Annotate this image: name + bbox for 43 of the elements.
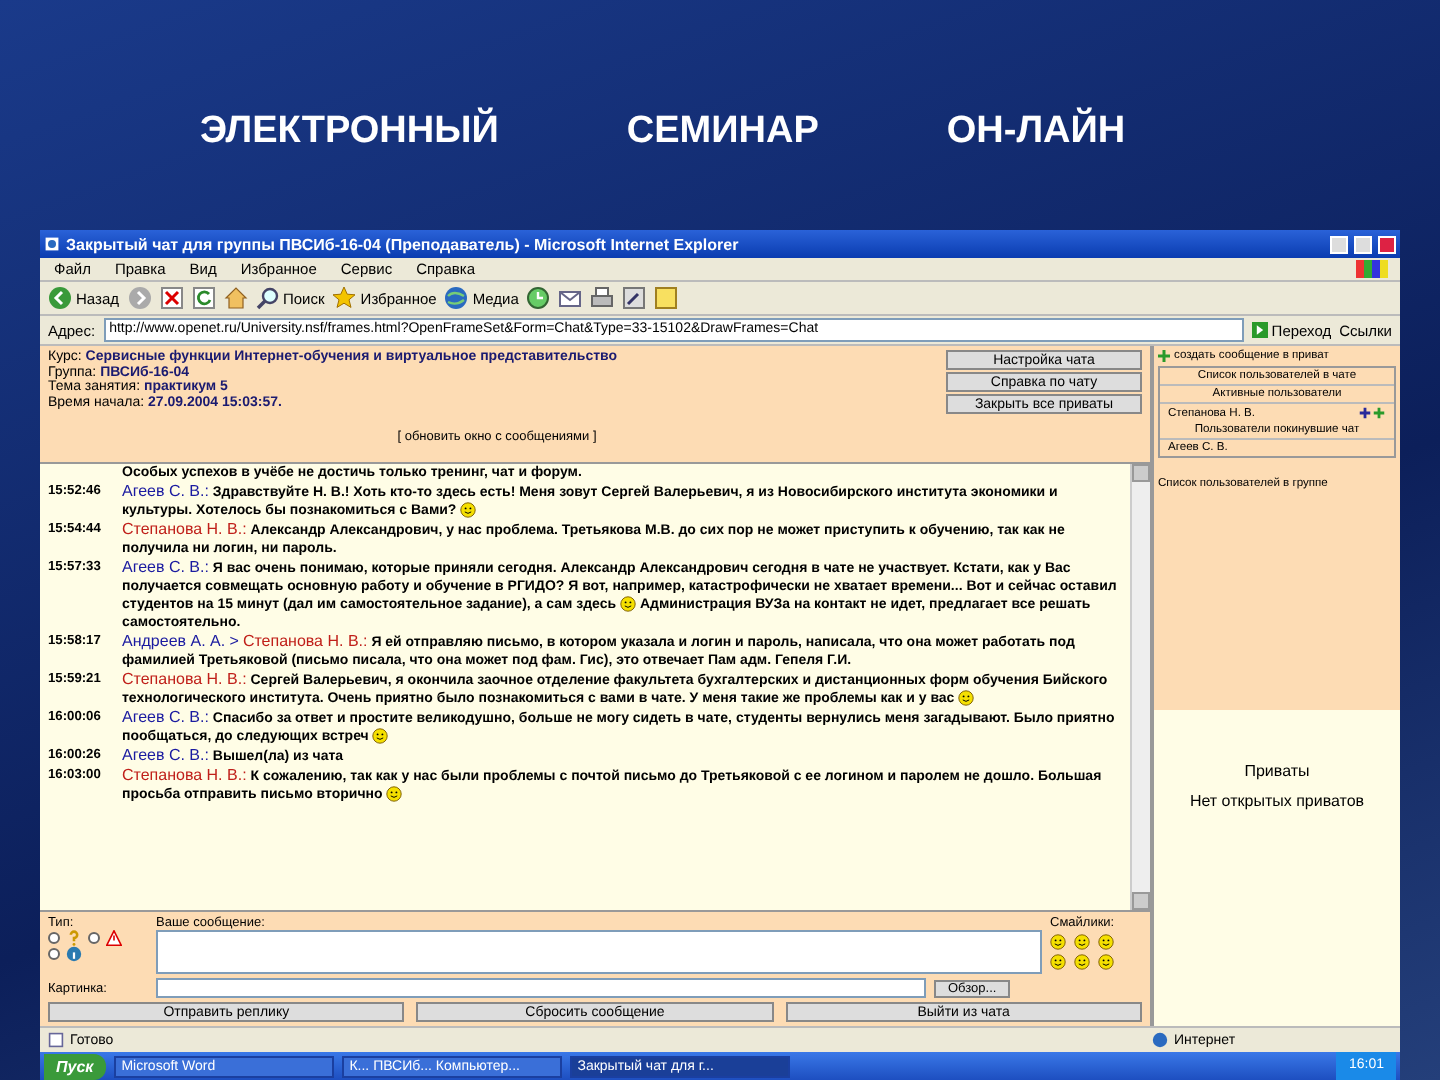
back-icon[interactable] <box>48 286 72 310</box>
scrollbar[interactable] <box>1130 464 1150 910</box>
slide-title: ОН-ЛАЙН <box>946 110 1126 156</box>
search-icon[interactable] <box>255 286 279 310</box>
star-icon[interactable] <box>332 286 357 310</box>
info-icon <box>66 946 82 962</box>
history-icon[interactable] <box>526 286 551 310</box>
message-field[interactable] <box>156 930 1042 974</box>
globe-icon[interactable] <box>444 286 469 310</box>
picture-field[interactable] <box>156 978 926 998</box>
go-arrow-icon <box>1251 322 1268 338</box>
smiley-icon <box>1050 954 1066 970</box>
smiley-icon <box>1098 954 1114 970</box>
privates-empty-text: Нет открытых приватов <box>1189 792 1365 810</box>
page-icon <box>48 1032 64 1048</box>
refresh-icon[interactable] <box>191 286 215 310</box>
warning-icon <box>106 930 122 946</box>
slide-title: ЭЛЕКТРОННЫЙ <box>200 110 499 156</box>
plus-icon <box>1158 350 1170 362</box>
smiley-icon <box>1098 934 1114 950</box>
question-icon <box>66 930 82 946</box>
window-title: Закрытый чат для группы ПВСИб-16-04 (Преподаватель) - Microsoft Internet Explorer <box>66 235 741 253</box>
smiley-icon <box>1074 934 1090 950</box>
radio-button[interactable] <box>88 932 100 944</box>
slide-title: СЕМИНАР <box>626 110 819 156</box>
page-icon <box>44 236 60 252</box>
mail-icon[interactable] <box>558 286 583 310</box>
smiley-icon <box>1050 934 1066 950</box>
maximize-button[interactable] <box>1354 235 1372 253</box>
flag-logo-icon <box>1356 260 1388 278</box>
radio-button[interactable] <box>48 932 60 944</box>
stop-icon[interactable] <box>159 286 183 310</box>
home-icon[interactable] <box>223 286 247 310</box>
globe-icon <box>1152 1032 1168 1048</box>
start-button[interactable]: Пуск <box>44 1053 106 1079</box>
printer-icon[interactable] <box>590 286 615 310</box>
minimize-button[interactable] <box>1330 235 1348 253</box>
plus-icons[interactable] <box>1358 406 1386 420</box>
close-button[interactable] <box>1378 235 1396 253</box>
radio-button[interactable] <box>48 948 60 960</box>
smiley-icon <box>1074 954 1090 970</box>
privates-title: Приваты <box>1244 762 1310 780</box>
edit-icon[interactable] <box>622 286 647 310</box>
